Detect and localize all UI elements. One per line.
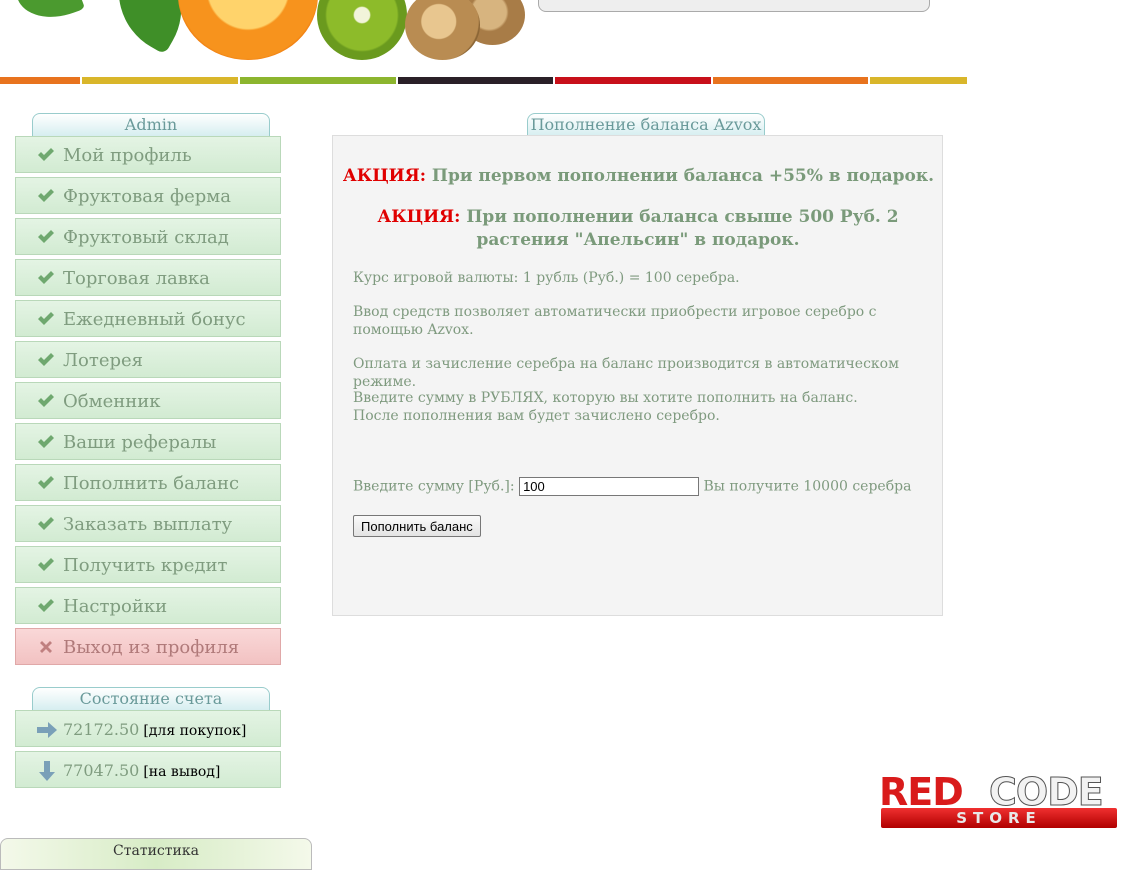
withdraw-balance-value: 77047.50 [63, 761, 140, 780]
amount-row: Введите сумму [Руб.]: Вы получите 10000 … [353, 477, 911, 496]
checkmark-icon [38, 476, 54, 489]
color-stripe [870, 77, 967, 84]
arrow-down-icon [39, 761, 55, 781]
color-stripe [0, 77, 80, 84]
info-line: После пополнения вам будет зачислено сер… [353, 408, 720, 424]
walnut-image [405, 0, 480, 60]
logo-word-store: STORE [956, 809, 1042, 827]
color-stripe [398, 77, 553, 84]
purchase-balance: 72172.50 [для покупок] [15, 710, 281, 747]
info-text: Оплата и зачисление серебра на баланс пр… [353, 356, 899, 390]
promo-label: АКЦИЯ: [377, 207, 461, 227]
checkmark-icon [38, 599, 54, 612]
sidebar-item[interactable]: Ваши рефералы [15, 423, 281, 460]
cross-icon [40, 641, 52, 653]
sidebar-item[interactable]: Мой профиль [15, 136, 281, 173]
sidebar-item[interactable]: Фруктовая ферма [15, 177, 281, 214]
sidebar-item-label: Обменник [63, 391, 161, 412]
sidebar-item[interactable]: Торговая лавка [15, 259, 281, 296]
arrow-right-icon [37, 722, 57, 738]
account-section-title: Состояние счета [32, 687, 270, 710]
leaf-image [14, 0, 86, 30]
color-stripe [82, 77, 238, 84]
exchange-rate-text: Курс игровой валюты: 1 рубль (Руб.) = 10… [353, 270, 740, 286]
checkmark-icon [38, 558, 54, 571]
color-stripe [713, 77, 868, 84]
sidebar-section-title: Admin [32, 113, 270, 136]
color-stripe [240, 77, 396, 84]
redcode-store-logo: RED CODE STORE [879, 770, 1119, 832]
sidebar-item-label: Получить кредит [63, 555, 228, 576]
purchase-balance-value: 72172.50 [63, 720, 140, 739]
info-line: Введите сумму в РУБЛЯХ, которую вы хотит… [353, 390, 858, 406]
sidebar-item[interactable]: Пополнить баланс [15, 464, 281, 501]
sidebar-item[interactable]: Обменник [15, 382, 281, 419]
sidebar-item[interactable]: Ежедневный бонус [15, 300, 281, 337]
withdraw-balance: 77047.50 [на вывод] [15, 751, 281, 788]
stats-section-title: Статистика [0, 838, 312, 870]
sidebar-item-label: Ваши рефералы [63, 432, 217, 453]
color-stripe [555, 77, 711, 84]
purchase-balance-note: [для покупок] [143, 723, 247, 739]
info-text: Введите сумму в РУБЛЯХ, которую вы хотит… [353, 389, 923, 425]
checkmark-icon [38, 148, 54, 161]
promo-first-deposit: АКЦИЯ: При первом пополнении баланса +55… [333, 166, 944, 186]
sidebar-item-label: Ежедневный бонус [63, 309, 246, 330]
sidebar-item-label: Мой профиль [63, 145, 192, 166]
sidebar-item-label: Торговая лавка [63, 268, 210, 289]
receive-text: Вы получите 10000 серебра [703, 478, 912, 495]
checkmark-icon [38, 517, 54, 530]
page-title: Пополнение баланса Azvox [527, 113, 765, 136]
sidebar-item-label: Лотерея [63, 350, 143, 371]
sidebar-item-label: Фруктовый склад [63, 227, 229, 248]
sidebar-item[interactable]: Лотерея [15, 341, 281, 378]
deposit-panel: АКЦИЯ: При первом пополнении баланса +55… [332, 135, 943, 616]
checkmark-icon [38, 230, 54, 243]
header-box [538, 0, 930, 12]
checkmark-icon [38, 353, 54, 366]
checkmark-icon [38, 435, 54, 448]
promo-text: При первом пополнении баланса +55% в под… [431, 166, 935, 186]
header-banner [0, 0, 970, 86]
sidebar-item-label: Настройки [63, 596, 168, 617]
deposit-submit-button[interactable]: Пополнить баланс [353, 515, 481, 537]
sidebar-item-label: Заказать выплату [63, 514, 233, 535]
amount-input[interactable] [519, 477, 700, 496]
sidebar-item-label: Выход из профиля [63, 637, 240, 658]
amount-label: Введите сумму [Руб.]: [353, 478, 515, 495]
promo-label: АКЦИЯ: [342, 166, 426, 186]
sidebar-item[interactable]: Настройки [15, 587, 281, 624]
checkmark-icon [38, 312, 54, 325]
orange-image [178, 0, 318, 60]
sidebar-item-label: Фруктовая ферма [63, 186, 232, 207]
sidebar-item-label: Пополнить баланс [63, 473, 240, 494]
info-text: Ввод средств позволяет автоматически при… [353, 304, 877, 338]
checkmark-icon [38, 271, 54, 284]
checkmark-icon [38, 394, 54, 407]
sidebar-item[interactable]: Получить кредит [15, 546, 281, 583]
withdraw-balance-note: [на вывод] [143, 764, 221, 780]
promo-text: При пополнении баланса свыше 500 Руб. 2 … [466, 207, 899, 250]
sidebar-item[interactable]: Заказать выплату [15, 505, 281, 542]
checkmark-icon [38, 189, 54, 202]
sidebar-item[interactable]: Фруктовый склад [15, 218, 281, 255]
promo-large-deposit: АКЦИЯ: При пополнении баланса свыше 500 … [358, 206, 918, 252]
sidebar-item-logout[interactable]: Выход из профиля [15, 628, 281, 665]
kiwi-image [317, 0, 407, 60]
